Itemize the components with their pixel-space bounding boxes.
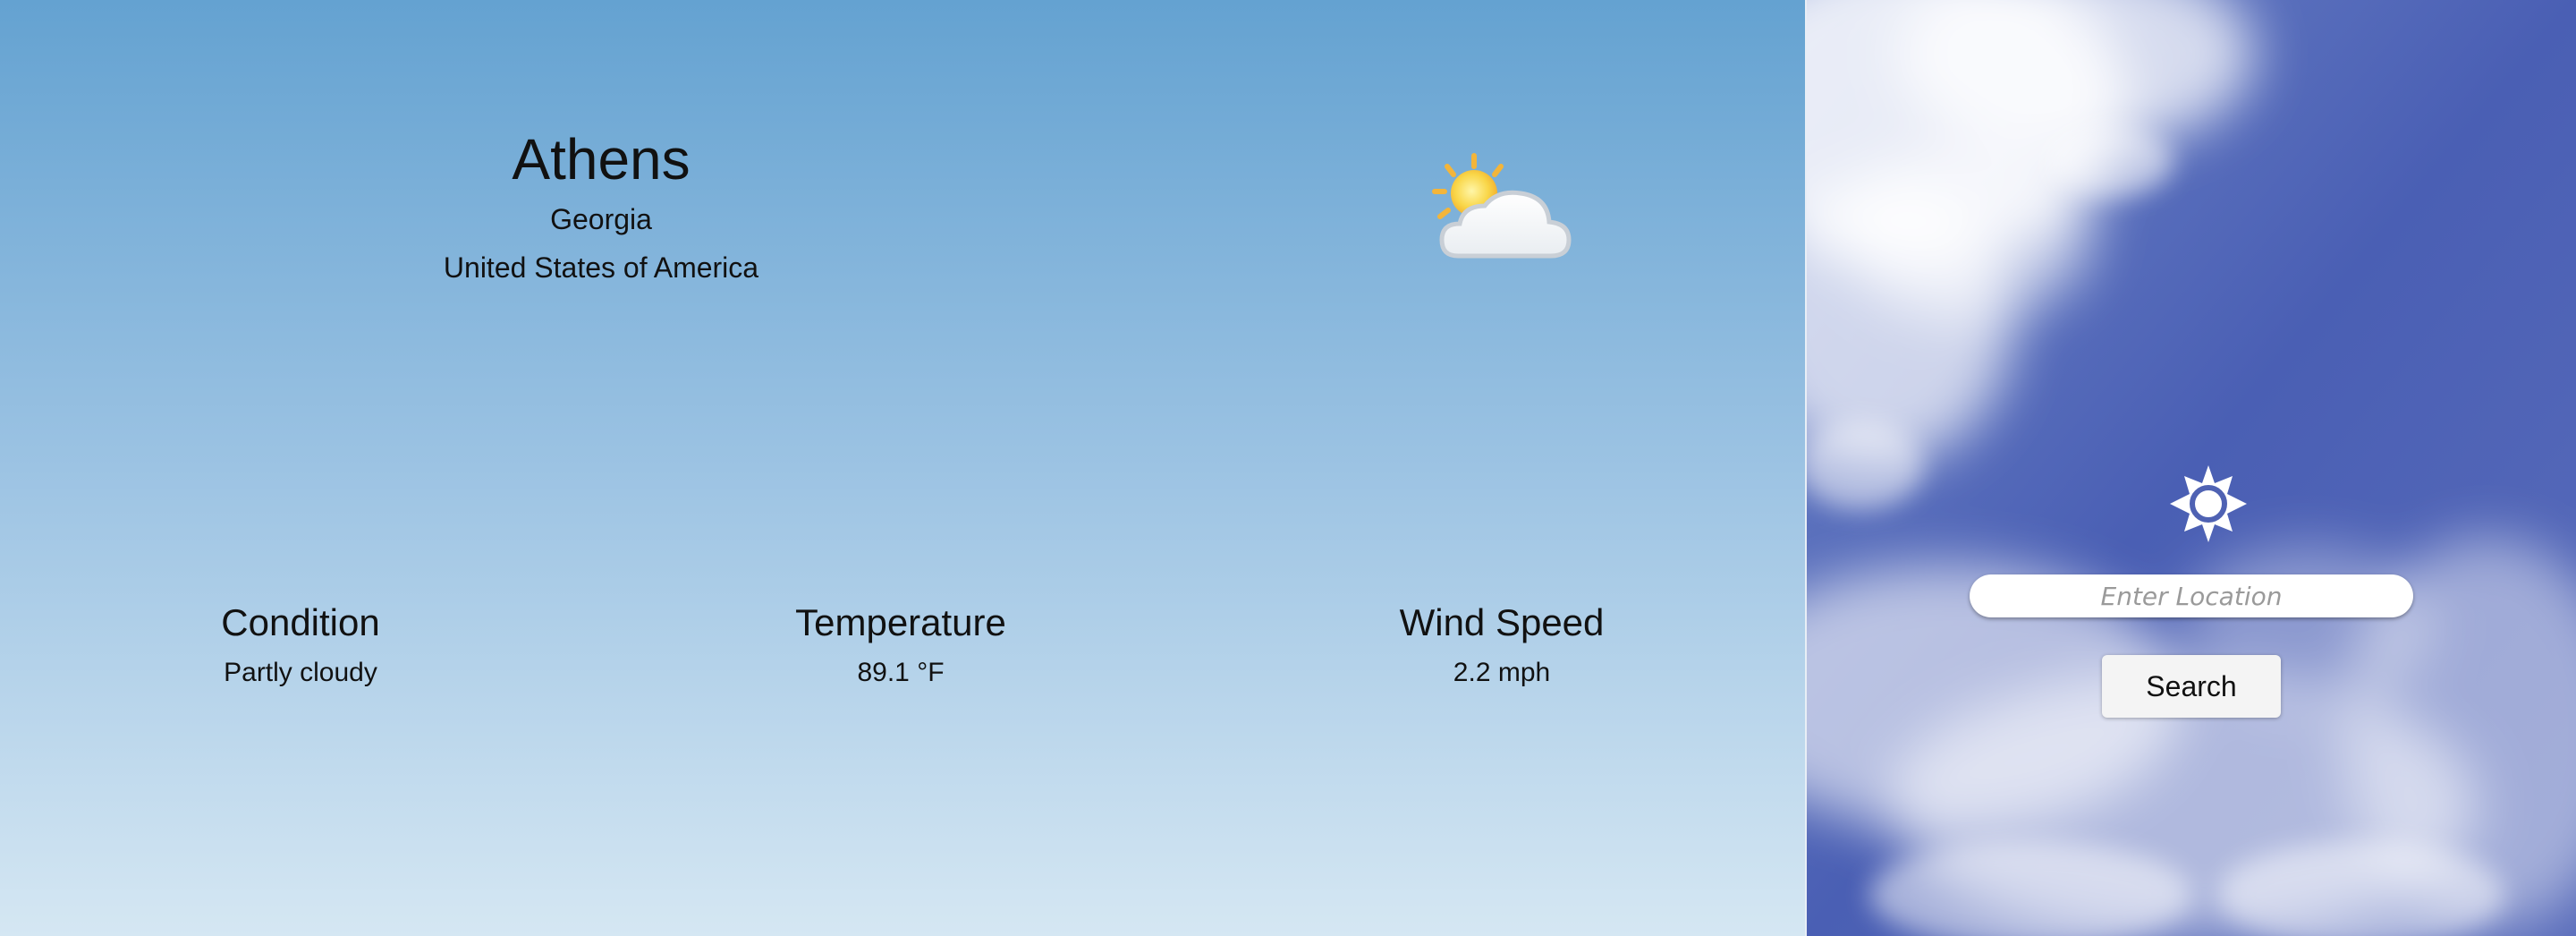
- city-name: Athens: [512, 127, 691, 191]
- location-block: Athens Georgia United States of America: [422, 123, 780, 292]
- search-button[interactable]: Search: [2102, 655, 2281, 718]
- temperature-stat: Temperature 89.1 °F: [740, 598, 1062, 694]
- location-search-input[interactable]: [1970, 574, 2413, 617]
- partly-cloudy-icon: [1422, 150, 1583, 267]
- condition-value: Partly cloudy: [224, 658, 377, 687]
- weather-app: Athens Georgia United States of America: [0, 0, 2576, 936]
- wind-speed-stat: Wind Speed 2.2 mph: [1341, 598, 1663, 694]
- wind-speed-label: Wind Speed: [1399, 601, 1605, 643]
- sun-icon: [2168, 464, 2249, 544]
- region-name: Georgia: [550, 203, 652, 235]
- condition-stat: Condition Partly cloudy: [140, 598, 462, 694]
- search-panel: Search: [1807, 0, 2576, 936]
- weather-panel: Athens Georgia United States of America: [0, 0, 1805, 936]
- temperature-label: Temperature: [795, 601, 1006, 643]
- wind-speed-value: 2.2 mph: [1453, 658, 1551, 687]
- condition-label: Condition: [221, 601, 380, 643]
- temperature-value: 89.1 °F: [857, 658, 945, 687]
- country-name: United States of America: [443, 251, 759, 284]
